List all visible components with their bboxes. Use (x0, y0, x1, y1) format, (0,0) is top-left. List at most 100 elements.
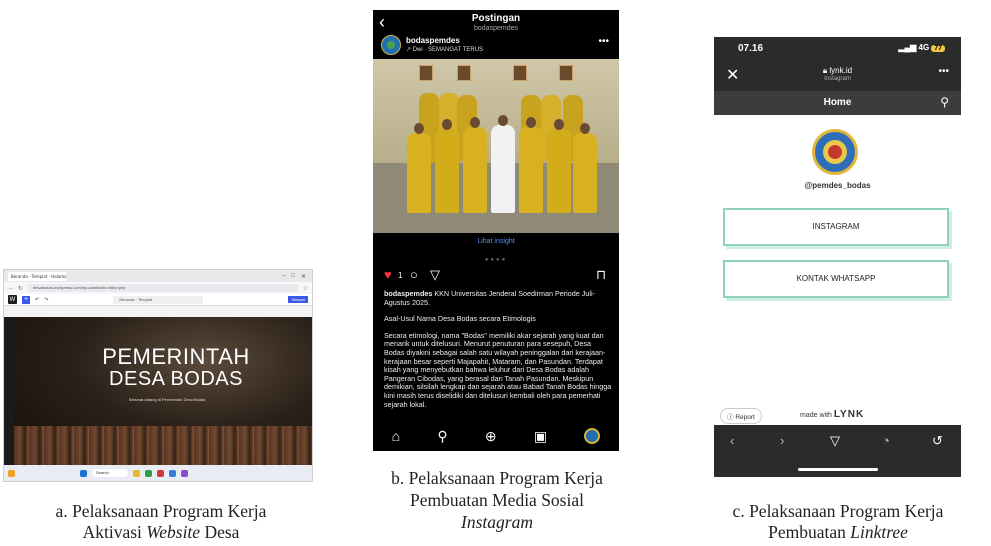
forward-icon[interactable]: › (780, 433, 784, 448)
caption-c-line1: c. Pelaksanaan Program Kerja (732, 501, 944, 521)
heart-icon[interactable]: ♥ (384, 267, 392, 282)
carousel-indicator: ●●●● (484, 257, 508, 263)
domain-label: lynk.id (829, 66, 853, 75)
in-app-browser-bar: ✕ 🔒︎ lynk.id Instagram ••• (714, 61, 961, 91)
person-head (498, 115, 508, 126)
minimize-icon[interactable]: – (282, 273, 285, 280)
website-screenshot: Beranda · Templat · Halaman ▾ – □ ✕ ← ↻ … (3, 269, 313, 482)
refresh-icon[interactable]: ↺ (932, 433, 943, 449)
post-header: ‹ Postingan bodaspemdes (373, 10, 619, 36)
linktree-screenshot: 07.16 ▂▄▆ 4G 77 ✕ 🔒︎ lynk.id Instagram ••… (714, 37, 961, 477)
whatsapp-link-button[interactable]: KONTAK WHATSAPP (723, 260, 949, 298)
search-icon[interactable]: ⚲ (940, 95, 949, 109)
caption-b-line2: Pembuatan Media Sosial (409, 490, 584, 510)
profile-tab-avatar[interactable] (584, 428, 601, 444)
browser-source: Instagram (824, 76, 851, 82)
back-icon[interactable]: ‹ (730, 433, 734, 448)
comment-icon[interactable]: ○ (410, 267, 418, 282)
caption-b-line1: b. Pelaksanaan Program Kerja (391, 468, 603, 488)
reload-icon[interactable]: ↻ (18, 285, 23, 292)
maximize-icon[interactable]: □ (291, 273, 295, 280)
caption-a-text: Aktivasi (82, 522, 147, 542)
caption-b-emphasis: Instagram (461, 512, 533, 532)
caption-c-text: Pembuatan (768, 522, 851, 542)
wall-frame (419, 65, 433, 81)
back-icon[interactable]: ← (8, 285, 14, 291)
view-insights-link[interactable]: Lihat insight (373, 238, 619, 245)
share-icon[interactable]: ▽ (830, 433, 840, 449)
editor-left-rail (4, 317, 14, 466)
taskbar-search[interactable]: Search (92, 469, 128, 477)
post-actions: ♥ 1 ○ ▽ ⊓ (384, 267, 609, 283)
file-explorer-icon[interactable] (133, 469, 140, 477)
share-icon[interactable]: ▽ (430, 267, 440, 283)
edge-icon[interactable] (169, 469, 176, 477)
made-with-label: made with (800, 412, 832, 419)
person-head (414, 123, 424, 134)
url-field[interactable]: desabodas.wordpress.com/wp-admin/site-ed… (27, 284, 299, 292)
made-with-badge[interactable]: made with LYNK (800, 409, 864, 420)
person-head (470, 117, 480, 128)
app-icon[interactable] (181, 469, 188, 477)
person-head (580, 123, 590, 134)
caption-body: Secara etimologi, nama "Bodas" memiliki … (384, 330, 612, 409)
undo-icon[interactable]: ↶ (35, 297, 39, 303)
instagram-post-screenshot: ‹ Postingan bodaspemdes bodaspemdes ↗ Dw… (373, 10, 619, 451)
brand-logo: LYNK (833, 409, 865, 420)
page-domain: 🔒︎ lynk.id (714, 66, 961, 76)
report-button[interactable]: ⓘ Report (720, 408, 762, 424)
profile-logo (812, 129, 858, 175)
app-icon[interactable] (157, 469, 164, 477)
signal-battery: ▂▄▆ 4G 77 (898, 43, 945, 52)
person-figure (547, 129, 571, 213)
post-username[interactable]: bodaspemdes (406, 36, 460, 45)
speed-icon[interactable]: ◔ (882, 433, 890, 448)
caption-a-emphasis: Website (146, 522, 201, 542)
more-options-icon[interactable]: ••• (598, 36, 609, 47)
person-figure (463, 127, 487, 213)
chrome-icon[interactable] (145, 469, 152, 477)
network-type: 4G (918, 43, 930, 52)
hero-title-line2: DESA BODAS (109, 368, 243, 390)
person-figure (435, 129, 459, 213)
status-time: 07.16 (738, 43, 764, 54)
caption-heading: Asal-Usul Nama Desa Bodas secara Etimolo… (384, 314, 536, 324)
weather-icon[interactable] (8, 469, 15, 477)
gesture-bar (798, 468, 878, 471)
reels-icon[interactable]: ▣ (534, 428, 547, 445)
home-icon[interactable]: ⌂ (392, 428, 400, 444)
person-head (526, 117, 536, 128)
bookmark-icon[interactable]: ⊓ (596, 267, 606, 283)
redo-icon[interactable]: ↷ (44, 297, 48, 303)
star-icon[interactable]: ☆ (303, 285, 308, 292)
instagram-link-button[interactable]: INSTAGRAM (723, 208, 949, 246)
profile-handle: @pemdes_bodas (804, 181, 871, 190)
document-title[interactable]: Beranda · Templat (113, 295, 204, 304)
search-icon[interactable]: ⚲ (437, 428, 447, 445)
post-audio[interactable]: ↗ Dwi · SEMANGAT TERUS (406, 46, 483, 53)
battery-level: 77 (931, 45, 945, 52)
add-block-button[interactable]: + (22, 295, 30, 304)
wall-frame (559, 65, 573, 81)
browser-tab[interactable]: Beranda · Templat · Halaman ▾ (8, 271, 66, 281)
page-title: Home (823, 97, 852, 108)
windows-taskbar: Search (4, 465, 312, 481)
profile-avatar[interactable] (381, 35, 401, 55)
caption-a-line2: Aktivasi Website Desa (7, 522, 315, 543)
wall-frame (513, 65, 527, 81)
windows-start-icon[interactable] (80, 469, 87, 477)
person-figure (491, 125, 515, 213)
close-icon[interactable]: ✕ (301, 273, 306, 280)
more-options-icon[interactable]: ••• (938, 66, 949, 77)
hero-title-line1: PEMERINTAH (102, 344, 250, 369)
caption-c-emphasis: Linktree (850, 522, 908, 542)
wordpress-logo-icon[interactable]: W (8, 295, 17, 304)
save-button[interactable]: Simpan (288, 296, 308, 303)
caption-a-line1: a. Pelaksanaan Program Kerja (55, 501, 267, 521)
create-post-icon[interactable]: ⊕ (485, 428, 497, 445)
person-figure (519, 127, 543, 213)
logo-emblem-center (828, 145, 842, 159)
person-head (554, 119, 564, 130)
hero-photo-crowd (14, 426, 312, 466)
person-head (442, 119, 452, 130)
